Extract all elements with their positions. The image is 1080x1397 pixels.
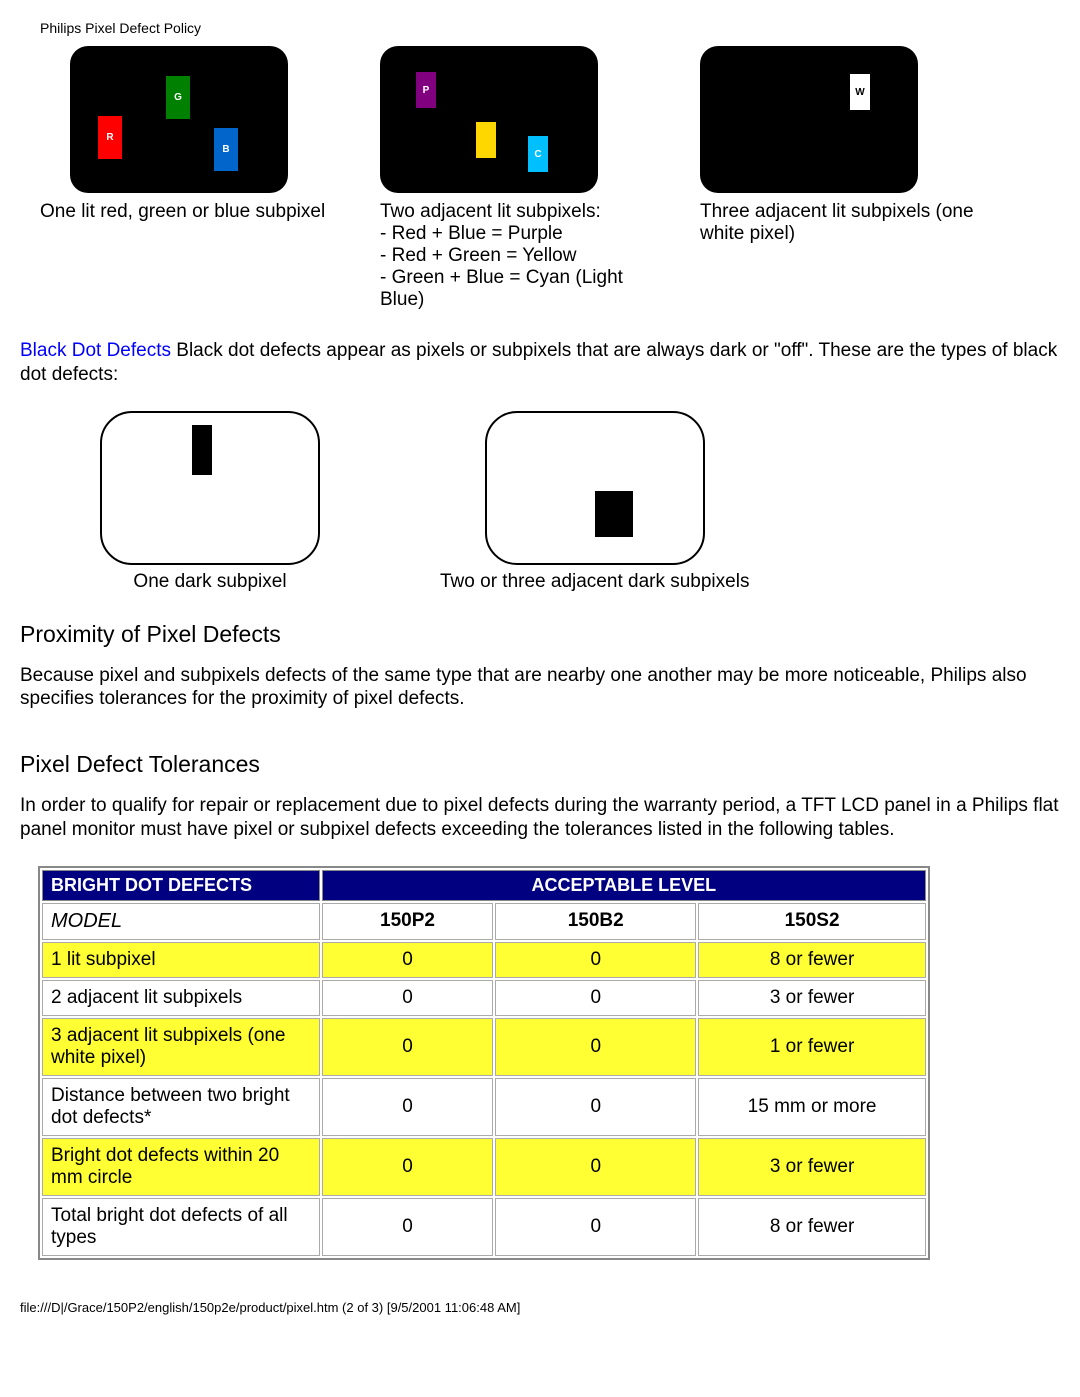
row-value: 8 or fewer <box>698 942 926 978</box>
row-value: 0 <box>322 942 494 978</box>
lit-col-3: W Three adjacent lit subpixels (one whit… <box>700 46 980 311</box>
dark-subpixel-multi <box>595 491 633 537</box>
row-value: 15 mm or more <box>698 1078 926 1136</box>
subpixel-yellow: Y <box>476 122 496 158</box>
model-1: 150B2 <box>495 903 696 940</box>
screen-pyc: P Y C <box>380 46 598 193</box>
dark-subpixel-illustrations: One dark subpixel Two or three adjacent … <box>100 411 1060 593</box>
caption-lit-3: Three adjacent lit subpixels (one white … <box>700 201 980 245</box>
screen-rgb: R G B <box>70 46 288 193</box>
row-value: 3 or fewer <box>698 980 926 1016</box>
subpixel-purple: P <box>416 72 436 108</box>
row-label: 1 lit subpixel <box>42 942 320 978</box>
table-model-row: MODEL 150P2 150B2 150S2 <box>42 903 926 940</box>
row-value: 3 or fewer <box>698 1138 926 1196</box>
screen-white: W <box>700 46 918 193</box>
row-value: 0 <box>322 980 494 1016</box>
subpixel-green: G <box>166 76 190 119</box>
table-row: 3 adjacent lit subpixels (one white pixe… <box>42 1018 926 1076</box>
caption-lit-2-line4: - Green + Blue = Cyan (Light Blue) <box>380 267 670 311</box>
row-value: 0 <box>322 1018 494 1076</box>
row-label: Total bright dot defects of all types <box>42 1198 320 1256</box>
lit-subpixel-illustrations: R G B One lit red, green or blue subpixe… <box>70 46 1060 311</box>
row-value: 0 <box>495 1198 696 1256</box>
screen-dark-2 <box>485 411 705 565</box>
page-header: Philips Pixel Defect Policy <box>40 20 1060 36</box>
screen-dark-1 <box>100 411 320 565</box>
row-label: 2 adjacent lit subpixels <box>42 980 320 1016</box>
subpixel-blue: B <box>214 128 238 171</box>
row-label: Distance between two bright dot defects* <box>42 1078 320 1136</box>
table-header-row: BRIGHT DOT DEFECTS ACCEPTABLE LEVEL <box>42 870 926 901</box>
row-value: 0 <box>495 980 696 1016</box>
caption-lit-2-line2: - Red + Blue = Purple <box>380 223 670 245</box>
table-row: Bright dot defects within 20 mm circle00… <box>42 1138 926 1196</box>
bright-dot-defects-table: BRIGHT DOT DEFECTS ACCEPTABLE LEVEL MODE… <box>38 866 930 1260</box>
row-value: 0 <box>495 1018 696 1076</box>
black-dot-defects-link[interactable]: Black Dot Defects <box>20 340 171 361</box>
row-label: Bright dot defects within 20 mm circle <box>42 1138 320 1196</box>
lit-col-1: R G B One lit red, green or blue subpixe… <box>70 46 350 311</box>
caption-lit-2-line3: - Red + Green = Yellow <box>380 245 670 267</box>
caption-dark-1: One dark subpixel <box>133 571 286 593</box>
table-row: Total bright dot defects of all types008… <box>42 1198 926 1256</box>
caption-lit-2-line1: Two adjacent lit subpixels: <box>380 201 670 223</box>
table-row: 1 lit subpixel008 or fewer <box>42 942 926 978</box>
dark-col-2: Two or three adjacent dark subpixels <box>440 411 749 593</box>
row-value: 8 or fewer <box>698 1198 926 1256</box>
tolerances-heading: Pixel Defect Tolerances <box>20 751 1060 778</box>
row-value: 0 <box>495 1078 696 1136</box>
subpixel-red: R <box>98 116 122 159</box>
tolerances-text: In order to qualify for repair or replac… <box>20 794 1060 842</box>
model-label: MODEL <box>42 903 320 940</box>
black-dot-defects-paragraph: Black Dot Defects Black dot defects appe… <box>20 339 1060 387</box>
proximity-text: Because pixel and subpixels defects of t… <box>20 664 1060 712</box>
row-label: 3 adjacent lit subpixels (one white pixe… <box>42 1018 320 1076</box>
table-row: Distance between two bright dot defects*… <box>42 1078 926 1136</box>
table-header-1: BRIGHT DOT DEFECTS <box>42 870 320 901</box>
dark-subpixel-single <box>192 425 212 475</box>
page-footer: file:///D|/Grace/150P2/english/150p2e/pr… <box>20 1300 1060 1315</box>
subpixel-white: W <box>850 74 870 110</box>
row-value: 0 <box>495 1138 696 1196</box>
model-2: 150S2 <box>698 903 926 940</box>
lit-col-2: P Y C Two adjacent lit subpixels: - Red … <box>380 46 670 311</box>
table-header-2: ACCEPTABLE LEVEL <box>322 870 926 901</box>
row-value: 0 <box>322 1138 494 1196</box>
caption-dark-2: Two or three adjacent dark subpixels <box>440 571 749 593</box>
dark-col-1: One dark subpixel <box>100 411 320 593</box>
table-row: 2 adjacent lit subpixels003 or fewer <box>42 980 926 1016</box>
row-value: 1 or fewer <box>698 1018 926 1076</box>
proximity-heading: Proximity of Pixel Defects <box>20 621 1060 648</box>
black-dot-defects-text: Black dot defects appear as pixels or su… <box>20 340 1057 385</box>
model-0: 150P2 <box>322 903 494 940</box>
row-value: 0 <box>495 942 696 978</box>
row-value: 0 <box>322 1078 494 1136</box>
subpixel-cyan: C <box>528 136 548 172</box>
caption-lit-1: One lit red, green or blue subpixel <box>40 201 350 223</box>
caption-lit-2: Two adjacent lit subpixels: - Red + Blue… <box>380 201 670 311</box>
row-value: 0 <box>322 1198 494 1256</box>
